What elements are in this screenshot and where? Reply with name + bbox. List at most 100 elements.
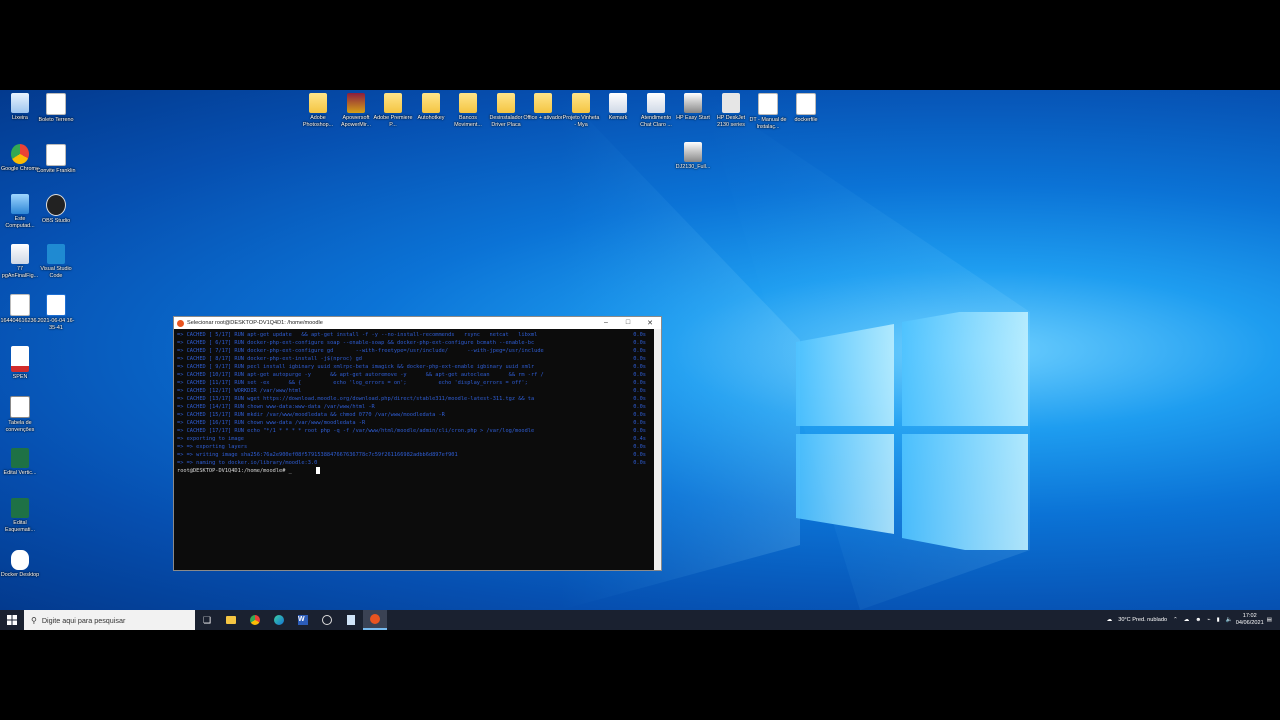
desktop-icon[interactable]: Adobe Premiere P... xyxy=(373,93,413,128)
vscode-icon xyxy=(47,244,65,264)
desktop-icon-label: Projeto Vinheta - Mya xyxy=(562,115,600,128)
battery-icon[interactable]: ▮ xyxy=(1217,617,1220,623)
desktop-icon[interactable]: Bancos Moviment... xyxy=(448,93,488,128)
desktop-icon[interactable]: Edital Esquemati... xyxy=(0,498,40,533)
desktop-icon[interactable]: DJ2130_Full... xyxy=(673,142,713,171)
desktop-icon[interactable]: Este Computad... xyxy=(0,194,40,229)
desktop-icon-label: dockerfile xyxy=(794,117,818,123)
terminal-line: => CACHED [ 9/17] RUN pecl install igbin… xyxy=(177,364,535,370)
terminal-line: => CACHED [10/17] RUN apt-get autopurge … xyxy=(177,372,544,378)
desktop-icon-label: Lixeira xyxy=(12,115,28,121)
desktop-icon-label: 77 pgAnFinalFig... xyxy=(1,266,39,279)
terminal-prompt[interactable]: root@DESKTOP-DV1Q4D1:/home/moodle# _ xyxy=(177,468,292,474)
chrome-icon xyxy=(11,144,29,164)
terminal-line-time: 0.0s xyxy=(633,372,646,378)
terminal-line-time: 0.0s xyxy=(633,356,646,362)
desktop-icon[interactable]: HP Easy Start xyxy=(673,93,713,122)
terminal-line: => exporting to image xyxy=(177,436,244,442)
desktop-icon[interactable]: OBS Studio xyxy=(36,194,76,225)
obs-icon xyxy=(46,194,66,216)
weather-text[interactable]: 30°C Pred. nublado xyxy=(1118,617,1167,623)
desktop-icon-label: Edital Vertic... xyxy=(3,470,37,476)
docker-icon xyxy=(11,550,29,570)
terminal-line-time: 0.4s xyxy=(633,436,646,442)
desktop-icon[interactable]: Autohotkey xyxy=(411,93,451,122)
windows-logo xyxy=(796,312,1028,550)
terminal-output[interactable]: => CACHED [ 5/17] RUN apt-get update && … xyxy=(174,329,661,570)
close-button[interactable]: ✕ xyxy=(639,319,661,327)
ubuntu-terminal-icon[interactable] xyxy=(363,610,387,630)
start-button[interactable] xyxy=(0,610,24,630)
notifications-icon[interactable]: ▤ xyxy=(1267,617,1272,623)
search-box[interactable]: ⚲ Digite aqui para pesquisar xyxy=(24,610,195,630)
desktop-icon-label: Visual Studio Code xyxy=(40,266,72,279)
terminal-line: => CACHED [16/17] RUN chown www-data /va… xyxy=(177,420,366,426)
desktop-icon[interactable]: Google Chrome xyxy=(0,144,40,173)
printer-icon xyxy=(722,93,740,113)
terminal-scrollbar[interactable] xyxy=(654,329,661,570)
desktop-icon[interactable]: Atendimento Chat Claro ... xyxy=(636,93,676,128)
desktop-icon[interactable]: Boleto Terreno xyxy=(36,93,76,124)
terminal-window[interactable]: Selecionar root@DESKTOP-DV1Q4D1: /home/m… xyxy=(173,316,662,571)
people-icon[interactable]: ☻ xyxy=(1195,617,1201,623)
app-icon xyxy=(647,93,665,113)
document-icon xyxy=(46,144,66,166)
desktop-icon[interactable]: Apowersoft ApowerMir... xyxy=(336,93,376,128)
chevron-up-icon[interactable]: ⌃ xyxy=(1173,617,1178,623)
chrome-icon[interactable] xyxy=(243,610,267,630)
terminal-title: Selecionar root@DESKTOP-DV1Q4D1: /home/m… xyxy=(187,320,323,326)
desktop-icon[interactable]: Projeto Vinheta - Mya xyxy=(561,93,601,128)
desktop-icon-label: HP DeskJet 2130 series xyxy=(716,115,746,128)
maximize-button[interactable]: □ xyxy=(617,319,639,327)
desktop-icon[interactable]: SPEN xyxy=(0,346,40,381)
desktop-icon[interactable]: Docker Desktop xyxy=(0,550,40,579)
system-tray: ☁ 30°C Pred. nublado ⌃ ☁ ☻ ⌁ ▮ 🔈 17:02 0… xyxy=(1104,613,1280,627)
edge-icon[interactable] xyxy=(267,610,291,630)
terminal-line-time: 0.0s xyxy=(633,460,646,466)
desktop-icon-label: HP Easy Start xyxy=(676,115,710,121)
computer-icon xyxy=(11,194,29,214)
terminal-line-time: 0.0s xyxy=(633,412,646,418)
desktop-icon[interactable]: HP DeskJet 2130 series xyxy=(711,93,751,128)
app-icon xyxy=(11,244,29,264)
desktop-icon[interactable]: Lixeira xyxy=(0,93,40,122)
desktop-icon[interactable]: DT - Manual de Instalaç... xyxy=(748,93,788,130)
terminal-line: => CACHED [ 5/17] RUN apt-get update && … xyxy=(177,332,538,338)
wifi-icon[interactable]: ⌁ xyxy=(1207,617,1210,623)
desktop-icon[interactable]: Edital Vertic... xyxy=(0,448,40,477)
desktop-icon-label: Boleto Terreno xyxy=(38,117,74,123)
terminal-line-time: 0.0s xyxy=(633,428,646,434)
file-explorer-icon[interactable] xyxy=(219,610,243,630)
desktop-icon[interactable]: Convite Franklin xyxy=(36,144,76,175)
desktop-icon-label: 2021-06-04 16-35-41 xyxy=(37,318,75,331)
word-icon[interactable]: W xyxy=(291,610,315,630)
terminal-titlebar[interactable]: Selecionar root@DESKTOP-DV1Q4D1: /home/m… xyxy=(174,317,661,329)
desktop-icon-label: DT - Manual de Instalaç... xyxy=(749,117,787,130)
minimize-button[interactable]: – xyxy=(595,319,617,327)
desktop-icon-label: Atendimento Chat Claro ... xyxy=(640,115,672,128)
clock-date: 04/06/2021 xyxy=(1235,620,1264,626)
desktop-icon[interactable]: 2021-06-04 16-35-41 xyxy=(36,294,76,331)
desktop-icon[interactable]: Kemark xyxy=(598,93,638,122)
desktop-icon[interactable]: Office + ativador xyxy=(523,93,563,122)
desktop-icon-label: Docker Desktop xyxy=(0,572,40,578)
desktop-icon[interactable]: 164404616236... xyxy=(0,294,40,331)
desktop-icon[interactable]: Adobe Photoshop... xyxy=(298,93,338,128)
desktop-icon[interactable]: 77 pgAnFinalFig... xyxy=(0,244,40,279)
recycle-bin-icon xyxy=(11,93,29,113)
terminal-line: => CACHED [ 8/17] RUN docker-php-ext-ins… xyxy=(177,356,362,362)
desktop-icon[interactable]: Desinstalador Driver Placa xyxy=(486,93,526,128)
task-view-icon[interactable]: ❏ xyxy=(195,610,219,630)
network-icon[interactable]: ☁ xyxy=(1184,617,1190,623)
desktop-icon[interactable]: dockerfile xyxy=(786,93,826,124)
terminal-line-time: 0.0s xyxy=(633,340,646,346)
clock[interactable]: 17:02 04/06/2021 xyxy=(1236,613,1264,627)
search-placeholder: Digite aqui para pesquisar xyxy=(41,615,126,625)
desktop-icon[interactable]: Visual Studio Code xyxy=(36,244,76,279)
weather-icon[interactable]: ☁ xyxy=(1107,617,1113,623)
notepad-icon[interactable] xyxy=(339,610,363,630)
volume-icon[interactable]: 🔈 xyxy=(1226,617,1233,623)
obs-icon[interactable] xyxy=(315,610,339,630)
clock-time: 17:02 xyxy=(1242,613,1257,619)
desktop-icon[interactable]: Tabela de convenções xyxy=(0,396,40,433)
